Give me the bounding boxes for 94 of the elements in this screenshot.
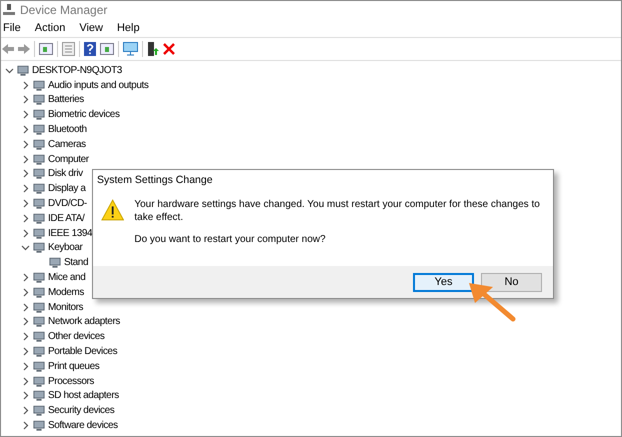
device-icon: [33, 346, 45, 358]
tree-item[interactable]: Portable Devices: [48, 346, 118, 358]
tree-item[interactable]: Keyboar: [48, 242, 82, 254]
expander-icon[interactable]: [21, 243, 30, 252]
expander-icon[interactable]: [21, 140, 30, 149]
device-icon: [33, 138, 45, 150]
device-icon: [33, 168, 45, 180]
device-icon: [33, 80, 45, 91]
expander-icon[interactable]: [21, 214, 30, 223]
device-icon: [49, 257, 61, 268]
app-icon: [3, 4, 15, 16]
tree-item[interactable]: Biometric devices: [48, 109, 120, 120]
device-icon: [33, 316, 45, 328]
tree-item[interactable]: Disk driv: [48, 168, 83, 180]
device-icon: [33, 390, 45, 402]
tree-item[interactable]: IDE ATA/: [48, 212, 84, 224]
expander-icon[interactable]: [21, 110, 30, 120]
expander-icon[interactable]: [21, 332, 30, 342]
expander-icon[interactable]: [21, 302, 30, 312]
tree-item[interactable]: Display a: [48, 183, 86, 194]
tree-item[interactable]: Processors: [48, 376, 94, 387]
computer-icon[interactable]: [147, 42, 159, 56]
device-icon: [33, 420, 45, 432]
monitor-icon[interactable]: [123, 42, 138, 56]
device-icon: [33, 376, 45, 387]
dialog-title: System Settings Change: [96, 173, 214, 188]
device-icon: [33, 272, 45, 284]
back-arrow-icon[interactable]: [2, 43, 14, 55]
window-title: Device Manager: [20, 2, 108, 16]
menu-item[interactable]: Action: [34, 22, 66, 34]
window-icon[interactable]: [39, 43, 53, 55]
expander-icon[interactable]: [21, 228, 30, 238]
device-icon: [33, 331, 45, 342]
tree-item[interactable]: Mice and: [48, 272, 86, 284]
tree-item[interactable]: DVD/CD-: [48, 198, 87, 210]
dialog-message: Your hardware settings have changed. You must restart your computer for these changes to take effect.: [134, 198, 541, 224]
tree-item[interactable]: Bluetooth: [48, 124, 87, 136]
help-icon[interactable]: [84, 42, 96, 56]
device-icon: [17, 64, 29, 76]
tree-item[interactable]: Monitors: [48, 302, 84, 313]
device-icon: [33, 154, 45, 165]
tree-item[interactable]: Software devices: [48, 420, 118, 432]
menu-item[interactable]: File: [3, 22, 21, 34]
menu-item[interactable]: View: [79, 22, 103, 34]
tree-item[interactable]: Print queues: [48, 360, 100, 372]
tree-item[interactable]: SD host adapters: [48, 390, 119, 402]
expander-icon[interactable]: [21, 362, 30, 371]
tree-item[interactable]: Other devices: [48, 331, 104, 342]
device-icon: [33, 94, 45, 106]
device-icon: [33, 302, 45, 313]
expander-icon[interactable]: [21, 406, 30, 416]
tree-item[interactable]: Computer: [48, 154, 89, 165]
tree-item[interactable]: Modems: [48, 286, 84, 298]
expander-icon[interactable]: [21, 288, 30, 297]
tree-item[interactable]: Stand: [64, 257, 88, 268]
dialog-button[interactable]: Yes: [413, 272, 474, 292]
device-icon: [33, 360, 45, 372]
expander-icon[interactable]: [21, 125, 30, 134]
dialog-button[interactable]: No: [481, 272, 542, 292]
expander-icon[interactable]: [21, 317, 30, 326]
device-icon: [33, 198, 45, 210]
device-icon: [33, 212, 45, 224]
tree-item[interactable]: Security devices: [48, 405, 114, 416]
expander-icon[interactable]: [21, 421, 30, 430]
device-icon: [33, 109, 45, 120]
device-icon: [33, 242, 45, 254]
device-icon: [33, 405, 45, 416]
expander-icon[interactable]: [21, 391, 30, 400]
expander-icon[interactable]: [21, 184, 30, 194]
device-icon: [33, 183, 45, 194]
tree-item[interactable]: DESKTOP-N9QJOT3: [32, 64, 122, 76]
expander-icon[interactable]: [5, 66, 14, 75]
tree-item[interactable]: Cameras: [48, 138, 86, 150]
close-icon[interactable]: [163, 43, 175, 55]
expander-icon[interactable]: [21, 169, 30, 178]
dialog-question: Do you want to restart your computer now?: [134, 233, 327, 246]
expander-icon[interactable]: [21, 347, 30, 356]
tree-item[interactable]: Batteries: [48, 94, 84, 106]
device-icon: [33, 286, 45, 298]
expander-icon[interactable]: [21, 80, 30, 90]
warning-icon: [101, 198, 124, 222]
expander-icon[interactable]: [21, 199, 30, 208]
tree-item[interactable]: IEEE 1394: [48, 228, 92, 239]
expander-icon[interactable]: [21, 95, 30, 104]
expander-icon[interactable]: [21, 376, 30, 386]
device-icon: [33, 124, 45, 136]
expander-icon[interactable]: [21, 273, 30, 282]
device-icon: [33, 228, 45, 239]
menu-item[interactable]: Help: [116, 22, 140, 34]
window-icon[interactable]: [100, 43, 114, 55]
forward-arrow-icon[interactable]: [18, 43, 30, 55]
tree-item[interactable]: Network adapters: [48, 316, 120, 328]
tree-item[interactable]: Audio inputs and outputs: [48, 80, 148, 91]
expander-icon[interactable]: [21, 154, 30, 164]
